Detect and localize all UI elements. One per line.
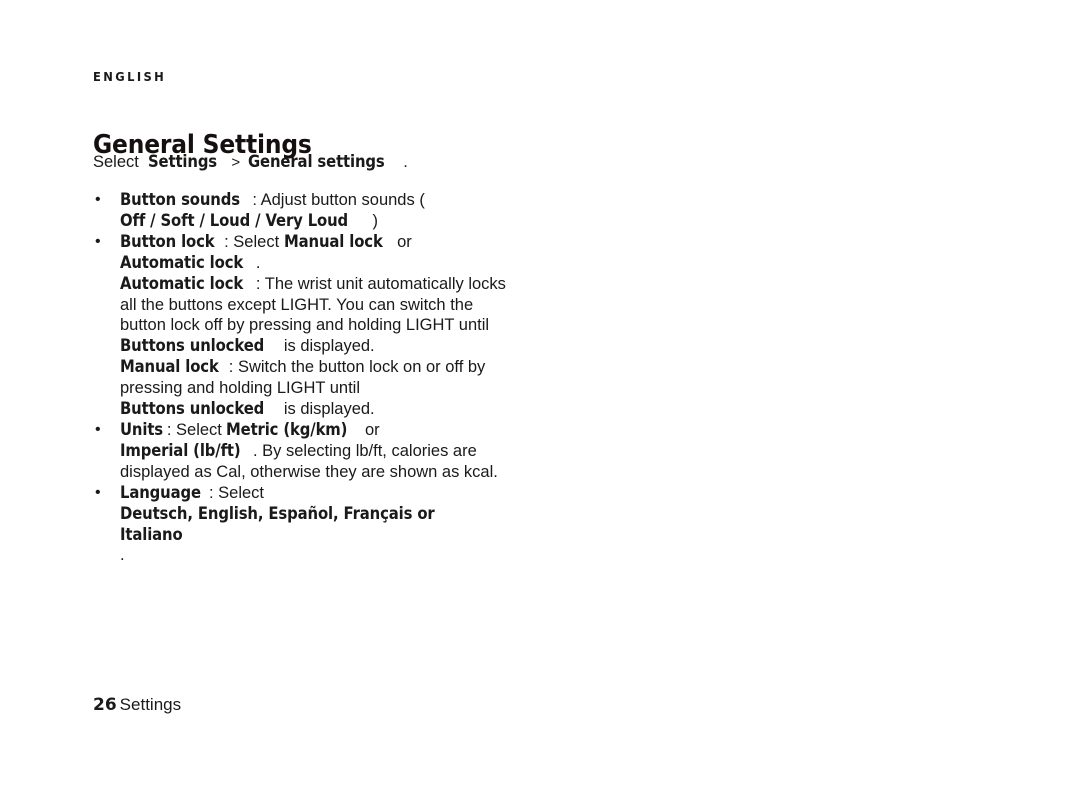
- display-text-buttons-unlocked: Buttons unlocked: [120, 336, 265, 356]
- page-number: 26: [93, 695, 117, 715]
- manual-page: ENGLISH General Settings Select Settings…: [93, 0, 653, 789]
- bullet-icon: •: [95, 232, 101, 250]
- setting-options-button-sounds: Off / Soft / Loud / Very Loud: [120, 210, 349, 230]
- option-automatic-lock: Automatic lock: [120, 252, 244, 272]
- sub-text-2: is displayed.: [279, 400, 375, 419]
- path-general-settings: General settings: [247, 152, 385, 171]
- setting-desc-lead: Adjust button sounds (: [256, 191, 425, 209]
- setting-term-units: Units: [120, 419, 163, 439]
- bullet-icon: •: [95, 191, 101, 208]
- option-imperial: Imperial (lb/ft): [120, 440, 241, 460]
- list-item: • Button lock: Select Manual lock or Aut…: [93, 232, 513, 274]
- setting-term-button-sounds: Button sounds: [120, 190, 240, 209]
- setting-options-language: Deutsch, English, Español, Français or I…: [120, 503, 435, 544]
- list-item: • Button sounds: Adjust button sounds (O…: [93, 190, 513, 232]
- conjunction: or: [392, 232, 412, 251]
- settings-description-body: • Button sounds: Adjust button sounds (O…: [93, 190, 513, 566]
- sub-paragraph-manual-lock: Manual lock: Switch the button lock on o…: [93, 357, 513, 420]
- page-footer: 26 Settings: [93, 694, 181, 716]
- sub-paragraph-automatic-lock: Automatic lock: The wrist unit automatic…: [93, 274, 513, 358]
- setting-desc-tail: ): [372, 211, 378, 230]
- list-item: • Units: Select Metric (kg/km) or Imperi…: [93, 420, 513, 483]
- setting-desc-lead: Select: [171, 420, 227, 439]
- conjunction: or: [360, 420, 380, 439]
- setting-desc-lead: Select: [228, 232, 284, 251]
- option-metric: Metric (kg/km): [226, 419, 348, 439]
- list-item: • Language: Select Deutsch, English, Esp…: [93, 483, 513, 567]
- subterm-automatic-lock: Automatic lock: [120, 273, 244, 293]
- setting-desc-tail: .: [255, 253, 261, 272]
- footer-section-label: Settings: [119, 695, 182, 714]
- intro-lead: Select: [93, 153, 139, 171]
- subterm-manual-lock: Manual lock: [120, 357, 219, 377]
- language-header: ENGLISH: [93, 69, 167, 84]
- bullet-icon: •: [95, 420, 101, 438]
- option-manual-lock: Manual lock: [283, 231, 383, 251]
- setting-term-button-lock: Button lock: [120, 231, 215, 251]
- sub-text-2: is displayed.: [279, 337, 375, 356]
- setting-desc-lead: Select: [213, 483, 265, 502]
- intro-period: .: [403, 153, 408, 171]
- display-text-buttons-unlocked: Buttons unlocked: [120, 399, 265, 419]
- path-separator-icon: >: [231, 154, 241, 171]
- navigation-path: Select Settings > General settings .: [93, 151, 408, 174]
- setting-desc-tail: .: [120, 546, 125, 565]
- path-settings: Settings: [148, 152, 218, 171]
- setting-term-language: Language: [120, 482, 201, 502]
- bullet-icon: •: [95, 483, 101, 501]
